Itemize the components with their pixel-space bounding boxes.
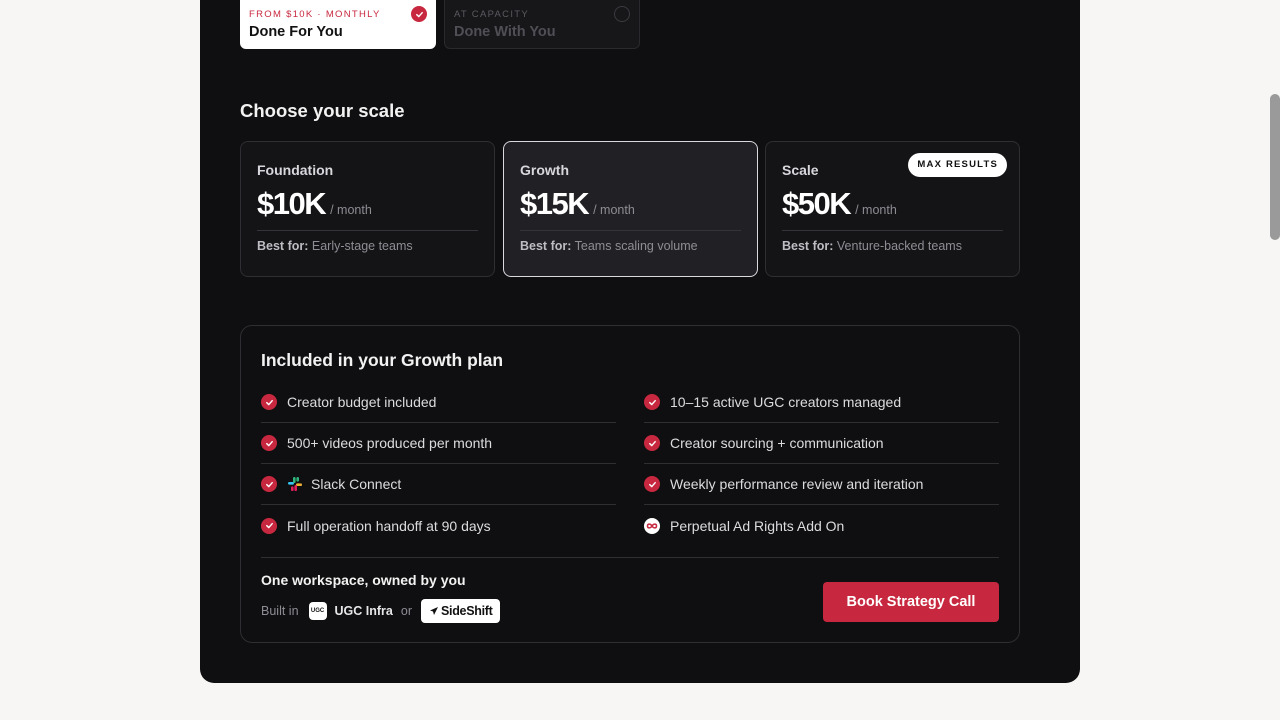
tier-best-for: Best for: Teams scaling volume bbox=[520, 239, 698, 253]
check-icon bbox=[644, 435, 660, 451]
check-icon bbox=[261, 435, 277, 451]
built-in-label: Built in bbox=[261, 604, 299, 618]
radio-empty-icon bbox=[614, 6, 630, 22]
feature-text: Perpetual Ad Rights Add On bbox=[670, 517, 845, 534]
feature-text: Weekly performance review and iteration bbox=[670, 476, 924, 492]
service-name: Done For You bbox=[249, 24, 343, 40]
send-arrow-icon bbox=[430, 607, 438, 615]
tier-card-foundation[interactable]: Foundation $10K / month Best for: Early-… bbox=[240, 141, 495, 277]
scale-heading: Choose your scale bbox=[240, 100, 405, 121]
slack-icon bbox=[287, 476, 303, 492]
built-in-row: Built in UGC UGC Infra or SideShift bbox=[261, 599, 501, 623]
workspace-title: One workspace, owned by you bbox=[261, 572, 466, 588]
tier-card-growth[interactable]: Growth $15K / month Best for: Teams scal… bbox=[503, 141, 758, 277]
tier-period: / month bbox=[855, 203, 897, 217]
tier-card-scale[interactable]: Scale MAX RESULTS $50K / month Best for:… bbox=[765, 141, 1020, 277]
tier-best-for: Best for: Venture-backed teams bbox=[782, 239, 962, 253]
book-strategy-call-button[interactable]: Book Strategy Call bbox=[823, 582, 999, 622]
tier-divider bbox=[782, 230, 1003, 231]
feature-text: 10–15 active UGC creators managed bbox=[670, 394, 902, 410]
feature-text: Full operation handoff at 90 days bbox=[287, 517, 491, 534]
tier-price: $50K bbox=[782, 186, 852, 221]
included-features-card: Included in your Growth plan Creator bud… bbox=[240, 325, 1020, 643]
ugc-infra-name: UGC Infra bbox=[334, 604, 393, 618]
check-icon bbox=[411, 6, 427, 22]
feature-item: Slack Connect bbox=[261, 464, 616, 505]
infinity-icon bbox=[644, 517, 660, 534]
check-icon bbox=[261, 476, 277, 492]
feature-item: 10–15 active UGC creators managed bbox=[644, 382, 999, 423]
feature-item: Perpetual Ad Rights Add On bbox=[644, 505, 999, 546]
pricing-panel: FROM $10K · MONTHLY Done For You AT CAPA… bbox=[200, 0, 1080, 683]
tier-name: Growth bbox=[520, 162, 569, 178]
tier-divider bbox=[257, 230, 478, 231]
service-kicker: FROM $10K · MONTHLY bbox=[249, 9, 381, 20]
tier-divider bbox=[520, 230, 741, 231]
sideshift-logo: SideShift bbox=[421, 599, 501, 623]
or-label: or bbox=[400, 604, 412, 618]
tier-period: / month bbox=[330, 203, 372, 217]
feature-text: Creator budget included bbox=[287, 394, 437, 410]
tier-price: $10K bbox=[257, 186, 327, 221]
tier-name: Foundation bbox=[257, 162, 334, 178]
feature-text: Slack Connect bbox=[311, 476, 402, 492]
included-title: Included in your Growth plan bbox=[261, 350, 504, 370]
check-icon bbox=[644, 394, 660, 410]
scrollbar-thumb[interactable] bbox=[1270, 94, 1280, 240]
max-results-badge: MAX RESULTS bbox=[908, 153, 1007, 177]
check-icon bbox=[261, 394, 277, 410]
feature-item: Creator sourcing + communication bbox=[644, 423, 999, 464]
service-name: Done With You bbox=[454, 24, 556, 40]
tier-price: $15K bbox=[520, 186, 590, 221]
tier-best-for: Best for: Early-stage teams bbox=[257, 239, 413, 253]
tier-period: / month bbox=[593, 203, 635, 217]
service-option-done-for-you[interactable]: FROM $10K · MONTHLY Done For You bbox=[240, 0, 436, 49]
check-icon bbox=[644, 476, 660, 492]
feature-text: 500+ videos produced per month bbox=[287, 435, 493, 451]
service-kicker: AT CAPACITY bbox=[454, 9, 530, 20]
section-divider bbox=[261, 557, 999, 558]
feature-text: Creator sourcing + communication bbox=[670, 435, 884, 451]
feature-item: 500+ videos produced per month bbox=[261, 423, 616, 464]
feature-item: Weekly performance review and iteration bbox=[644, 464, 999, 505]
check-icon bbox=[261, 517, 277, 534]
ugc-infra-logo: UGC bbox=[308, 602, 327, 620]
feature-item: Full operation handoff at 90 days bbox=[261, 505, 616, 546]
feature-item: Creator budget included bbox=[261, 382, 616, 423]
service-option-done-with-you[interactable]: AT CAPACITY Done With You bbox=[444, 0, 640, 49]
